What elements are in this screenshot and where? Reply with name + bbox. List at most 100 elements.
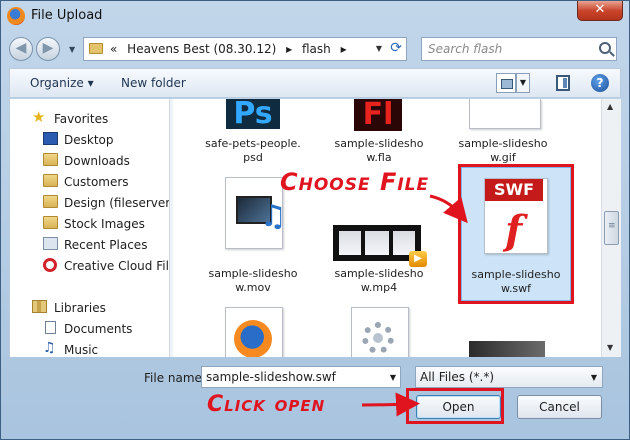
back-button[interactable]: ◀ [9, 37, 33, 61]
creative-cloud-icon [43, 258, 57, 272]
annotation-click-open: Click open [207, 392, 326, 417]
folder-icon [43, 153, 58, 166]
breadcrumb: « Heavens Best (08.30.12) ▸ flash ▸ [110, 42, 353, 56]
gear-icon [362, 322, 394, 354]
folder-icon [43, 195, 58, 208]
window-title: File Upload [31, 8, 103, 23]
desktop-icon [43, 132, 58, 145]
file-item-psd[interactable]: Ps safe-pets-people. psd [193, 99, 313, 169]
chevron-down-icon[interactable]: ▼ [390, 373, 396, 382]
close-button[interactable]: ✕ [577, 1, 623, 21]
settings-file-icon [351, 307, 409, 357]
recent-pages-dropdown[interactable]: ▼ [69, 45, 75, 54]
search-placeholder: Search flash [428, 42, 503, 56]
music-icon: ♫ [43, 340, 56, 356]
vertical-scrollbar[interactable]: ▲ ▼ [601, 99, 621, 357]
change-view-icon[interactable] [496, 73, 516, 93]
help-icon[interactable]: ? [591, 74, 609, 92]
command-bar: Organize ▾ New folder ▼ ? [9, 68, 621, 98]
breadcrumb-heavens-best[interactable]: Heavens Best (08.30.12) [127, 42, 276, 56]
firefox-icon [234, 320, 272, 357]
file-type-value: All Files (*.*) [420, 370, 495, 384]
quicktime-file-icon: ♫ [225, 177, 287, 249]
file-name-line: sample-slidesho [208, 267, 298, 280]
sidebar-item-label: Documents [64, 322, 133, 336]
file-name-line: w.gif [490, 151, 516, 164]
file-name-line: w.mp4 [360, 281, 398, 294]
highlight-box-open [406, 388, 504, 424]
folder-icon [43, 174, 58, 187]
preview-pane-icon[interactable] [556, 75, 570, 91]
sidebar-item-label: Favorites [54, 112, 109, 126]
file-item-html[interactable] [193, 307, 313, 357]
folder-icon [89, 43, 103, 54]
file-name-line: sample-slidesho [334, 137, 424, 150]
recent-places-icon [43, 237, 58, 250]
file-name: sample-slidesho w.mov [193, 267, 313, 295]
sidebar-item-label: Recent Places [64, 238, 148, 252]
flash-fla-file-icon: Fl [354, 99, 402, 131]
file-name: sample-slidesho w.fla [319, 137, 439, 165]
file-name: sample-slidesho w.mp4 [319, 267, 439, 295]
navigation-bar: ◀ ▶ ▼ « Heavens Best (08.30.12) ▸ flash … [9, 35, 621, 63]
file-name-line: sample-slidesho [334, 267, 424, 280]
folder-icon [43, 216, 58, 229]
play-icon: ▶ [409, 251, 427, 267]
navigation-pane: ★ Favorites Desktop Downloads Customers … [9, 99, 169, 357]
gif-file-icon [469, 99, 541, 129]
file-name-field[interactable]: sample-slideshow.swf ▼ [201, 366, 401, 388]
address-bar[interactable]: « Heavens Best (08.30.12) ▸ flash ▸ ▼ ⟳ [83, 37, 407, 61]
libraries-icon [32, 300, 47, 313]
file-name-line: safe-pets-people. [205, 137, 301, 150]
file-item-gif[interactable]: sample-slidesho w.gif [443, 99, 563, 169]
documents-icon [45, 321, 56, 334]
file-item-image[interactable] [467, 341, 587, 357]
view-options-dropdown[interactable]: ▼ [516, 73, 530, 93]
title-bar[interactable]: File Upload ✕ [1, 1, 629, 33]
chevron-down-icon: ▼ [590, 373, 597, 382]
image-file-icon [469, 341, 545, 357]
address-dropdown[interactable]: ▼ [376, 44, 382, 53]
video-file-icon: ▶ [333, 225, 427, 267]
new-folder-button[interactable]: New folder [121, 76, 186, 90]
sidebar-item-label: Libraries [54, 301, 106, 315]
firefox-icon [7, 7, 25, 25]
firefox-html-file-icon [225, 307, 283, 357]
music-note-icon: ♫ [260, 199, 287, 234]
sidebar-item-label: Creative Cloud Files [64, 259, 169, 273]
file-name: safe-pets-people. psd [193, 137, 313, 165]
scrollbar-thumb[interactable] [604, 211, 619, 245]
film-frame [365, 231, 389, 255]
file-name: sample-slidesho w.gif [443, 137, 563, 165]
sidebar-item-label: Design (fileserver) [64, 196, 169, 210]
breadcrumb-separator[interactable]: ▸ [341, 42, 347, 56]
breadcrumb-separator[interactable]: ▸ [286, 42, 292, 56]
breadcrumb-overflow[interactable]: « [110, 42, 117, 56]
sidebar-item-label: Stock Images [64, 217, 145, 231]
file-name-value: sample-slideshow.swf [206, 370, 336, 384]
sidebar-item-label: Customers [64, 175, 129, 189]
sidebar-item-label: Music [64, 343, 99, 357]
star-icon: ★ [32, 108, 46, 126]
file-name-line: psd [243, 151, 263, 164]
scroll-down-arrow[interactable]: ▼ [607, 343, 613, 352]
refresh-icon[interactable]: ⟳ [390, 40, 402, 56]
scroll-up-arrow[interactable]: ▲ [607, 102, 613, 111]
file-type-select[interactable]: All Files (*.*) ▼ [415, 366, 603, 388]
annotation-choose-file: Choose File [280, 168, 430, 196]
file-name-line: sample-slidesho [458, 137, 548, 150]
file-name-line: w.fla [366, 151, 392, 164]
search-icon[interactable] [599, 42, 611, 54]
highlight-box-swf [458, 164, 574, 304]
search-input[interactable]: Search flash [421, 37, 617, 61]
sidebar-item-label: Downloads [64, 154, 130, 168]
breadcrumb-flash[interactable]: flash [302, 42, 331, 56]
forward-button[interactable]: ▶ [36, 37, 60, 61]
file-name-line: w.mov [235, 281, 271, 294]
sidebar-item-label: Desktop [64, 133, 114, 147]
organize-button[interactable]: Organize ▾ [30, 76, 94, 90]
cancel-button[interactable]: Cancel [517, 395, 602, 419]
film-frame [339, 231, 361, 255]
file-item-fla[interactable]: Fl sample-slidesho w.fla [319, 99, 439, 169]
file-item-settings[interactable] [319, 307, 439, 357]
